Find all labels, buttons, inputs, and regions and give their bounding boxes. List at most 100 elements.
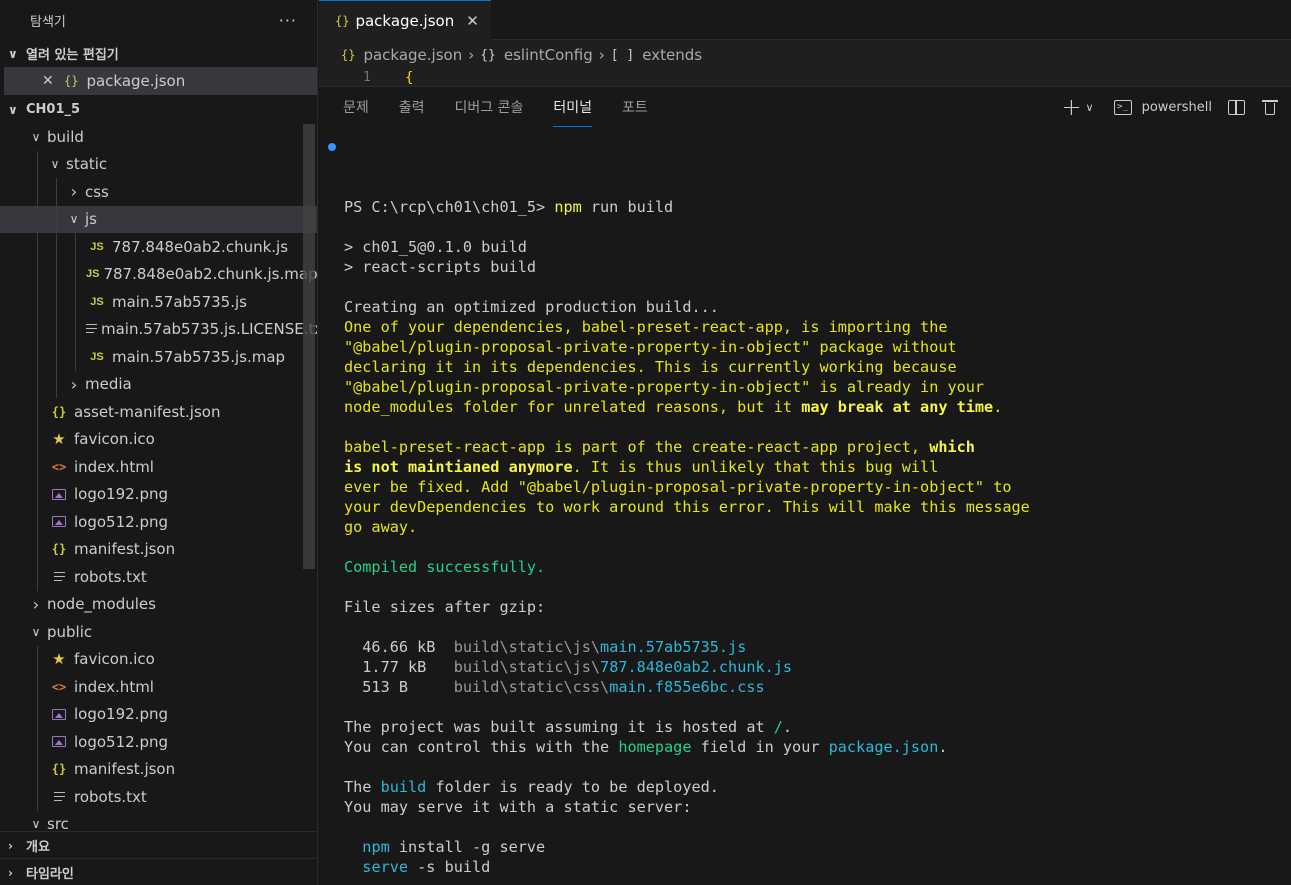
terminal-text: ever be fixed. Add "@babel/plugin-propos… (344, 478, 1012, 496)
file-item[interactable]: logo512.png (0, 508, 317, 536)
terminal-text: serve (362, 858, 409, 876)
json-braces-icon: {} (51, 542, 67, 557)
open-editors-section[interactable]: ∨ 열려 있는 편집기 (0, 40, 317, 67)
terminal-text: . It is thus unlikely that this bug will (572, 458, 939, 476)
chevron-right-icon: › (70, 182, 78, 202)
folder-item[interactable]: › node_modules (0, 591, 317, 619)
terminal-line: npm install -g serve (344, 837, 1291, 857)
indent-guide (37, 783, 38, 811)
file-item[interactable]: {} asset-manifest.json (0, 398, 317, 426)
terminal-line: The build folder is ready to be deployed… (344, 777, 1291, 797)
code-text: { (405, 70, 414, 86)
folder-item[interactable]: ∨ static (0, 150, 317, 178)
indent-guide (37, 178, 38, 206)
tab-label: package.json (355, 11, 455, 30)
terminal-line: One of your dependencies, babel-preset-r… (344, 317, 1291, 337)
terminal-text: build\static\js\ (453, 638, 601, 656)
terminal-text: The project was built assuming it is hos… (344, 718, 774, 736)
breadcrumb-item[interactable]: extends (642, 46, 702, 64)
json-braces-icon: {} (51, 762, 67, 777)
file-item[interactable]: {} manifest.json (0, 535, 317, 563)
terminal-line: 46.66 kB build\static\js\main.57ab5735.j… (344, 637, 1291, 657)
chevron-right-icon: › (598, 46, 605, 64)
folder-item[interactable]: ∨ js (0, 205, 317, 233)
file-item[interactable]: ★ favicon.ico (0, 425, 317, 453)
file-item[interactable]: logo192.png (0, 700, 317, 728)
terminal-line: is not maintianed anymore. It is thus un… (344, 457, 1291, 477)
terminal-text: build\static\js\ (453, 658, 601, 676)
terminal-line: 1.77 kB build\static\js\787.848e0ab2.chu… (344, 657, 1291, 677)
terminal-line: node_modules folder for unrelated reason… (344, 397, 1291, 417)
favicon-star-icon: ★ (52, 430, 66, 449)
command-status-dot[interactable] (328, 143, 336, 151)
project-section[interactable]: ∨ CH01_5 (0, 96, 317, 123)
terminal-text: build\static\css\ (453, 678, 610, 696)
indent-guide (37, 700, 38, 728)
chevron-right-icon: › (468, 46, 475, 64)
image-file-icon (48, 516, 70, 528)
tab-terminal[interactable]: 터미널 (553, 87, 592, 127)
breadcrumb-item[interactable]: package.json (363, 46, 462, 64)
timeline-section[interactable]: › 타임라인 (0, 858, 317, 885)
breadcrumb-item[interactable]: eslintConfig (504, 46, 593, 64)
close-icon[interactable]: ✕ (42, 73, 64, 89)
tab-output[interactable]: 출력 (399, 87, 425, 127)
indent-guide (37, 370, 38, 398)
indent-guide (56, 205, 57, 233)
project-label: CH01_5 (26, 102, 81, 117)
tree-item-label: media (85, 375, 132, 394)
file-item[interactable]: JS main.57ab5735.js.map (0, 343, 317, 371)
plus-icon[interactable]: + (1061, 95, 1081, 119)
outline-section[interactable]: › 개요 (0, 831, 317, 859)
terminal-text: . (938, 738, 948, 756)
terminal-line: go away. (344, 517, 1291, 537)
folder-item[interactable]: › css (0, 178, 317, 206)
file-item[interactable]: robots.txt (0, 563, 317, 591)
file-item[interactable]: logo192.png (0, 480, 317, 508)
explorer-title: 탐색기 (30, 14, 66, 30)
open-editor-label: package.json (86, 72, 186, 90)
file-item[interactable]: {} manifest.json (0, 755, 317, 783)
terminal-text: The (344, 778, 381, 796)
file-item[interactable]: JS 787.848e0ab2.chunk.js.map (0, 260, 318, 288)
trash-icon[interactable] (1262, 99, 1278, 115)
code-line[interactable]: 1 { (319, 70, 1291, 86)
file-item[interactable]: <> index.html (0, 453, 317, 481)
folder-item[interactable]: ∨ build (0, 123, 317, 151)
shell-label[interactable]: powershell (1142, 100, 1212, 115)
folder-item[interactable]: ∨ public (0, 618, 317, 646)
file-item[interactable]: logo512.png (0, 728, 317, 756)
terminal-text: You may serve it with a static server: (344, 798, 692, 816)
open-editor-item[interactable]: ✕ {} package.json (4, 67, 317, 95)
folder-item[interactable]: › media (0, 370, 317, 398)
split-panel-icon[interactable] (1228, 99, 1245, 115)
file-item[interactable]: <> index.html (0, 673, 317, 701)
tree-item-label: 787.848e0ab2.chunk.js.map (103, 265, 318, 284)
file-item[interactable]: JS 787.848e0ab2.chunk.js (0, 233, 317, 261)
file-item[interactable]: ★ favicon.ico (0, 645, 317, 673)
tree-item-label: logo512.png (74, 512, 168, 531)
tab-problems[interactable]: 문제 (343, 87, 369, 127)
tab-package-json[interactable]: {} package.json ✕ (319, 0, 491, 40)
file-item[interactable]: main.57ab5735.js.LICENSE.txt (0, 315, 318, 343)
chevron-down-icon[interactable]: ∨ (1086, 101, 1094, 114)
tree-item-label: main.57ab5735.js.LICENSE.txt (101, 320, 318, 339)
outline-label: 개요 (26, 840, 50, 855)
tab-debug-console[interactable]: 디버그 콘솔 (455, 87, 524, 127)
file-item[interactable]: JS main.57ab5735.js (0, 288, 317, 316)
json-braces-icon: {} (335, 13, 350, 28)
indent-guide (75, 315, 76, 343)
file-item[interactable]: robots.txt (0, 783, 317, 811)
terminal-output[interactable]: PS C:\rcp\ch01\ch01_5> npm run build > c… (319, 137, 1291, 885)
indent-guide (37, 453, 38, 481)
terminal-line: You may serve it with a static server: (344, 797, 1291, 817)
sidebar-scrollbar[interactable] (303, 124, 315, 569)
ellipsis-icon[interactable]: ··· (279, 11, 297, 30)
terminal-line: babel-preset-react-app is part of the cr… (344, 437, 1291, 457)
file-tree: ∨ build ∨ static › css ∨ js JS 787.848e0ab2.chunk… (0, 123, 317, 838)
close-icon[interactable]: ✕ (466, 12, 479, 30)
tab-ports[interactable]: 포트 (622, 87, 648, 127)
